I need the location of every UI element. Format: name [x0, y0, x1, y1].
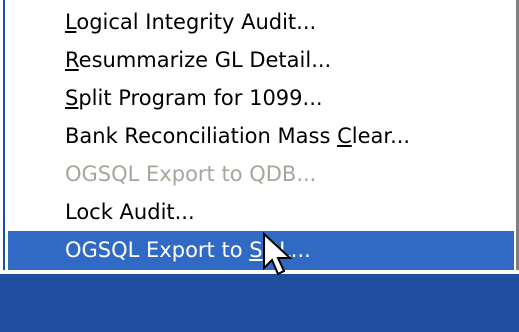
menu-item-resummarize-gl-detail[interactable]: Resummarize GL Detail...	[8, 41, 514, 80]
menu-item-accelerator: R	[65, 48, 79, 72]
menu-item-accelerator: S	[249, 238, 263, 262]
menu-item-label: lear...	[351, 124, 411, 148]
menu-item-label: OGSQL Export to	[65, 238, 250, 262]
menu-item-ogsql-export-sql[interactable]: OGSQL Export to SQL...	[8, 231, 514, 270]
menu-item-label: esummarize GL Detail...	[78, 48, 332, 72]
background-window	[0, 274, 519, 332]
menu-item-ogsql-export-qdb: OGSQL Export to QDB...	[8, 155, 514, 194]
menu-item-label: Lock Audit...	[65, 200, 195, 224]
menu-item-lock-audit[interactable]: Lock Audit...	[8, 193, 514, 232]
context-menu: Logical Integrity Audit... Resummarize G…	[0, 0, 519, 270]
menu-item-label: ogical Integrity Audit...	[76, 10, 317, 34]
arrow-cursor-icon	[263, 232, 293, 276]
menu-item-accelerator: L	[65, 10, 77, 34]
menu-item-accelerator: S	[65, 86, 79, 110]
menu-item-logical-integrity-audit[interactable]: Logical Integrity Audit...	[8, 3, 514, 42]
menu-item-accelerator: C	[337, 124, 352, 148]
menu-item-label: plit Program for 1099...	[78, 86, 323, 110]
menu-item-bank-reconciliation-mass-clear[interactable]: Bank Reconciliation Mass Clear...	[8, 117, 514, 156]
menu-left-border	[0, 0, 7, 270]
menu-item-label: OGSQL Export to QDB...	[65, 162, 317, 186]
menu-item-split-program-1099[interactable]: Split Program for 1099...	[8, 79, 514, 118]
menu-item-label: Bank Reconciliation Mass	[65, 124, 338, 148]
